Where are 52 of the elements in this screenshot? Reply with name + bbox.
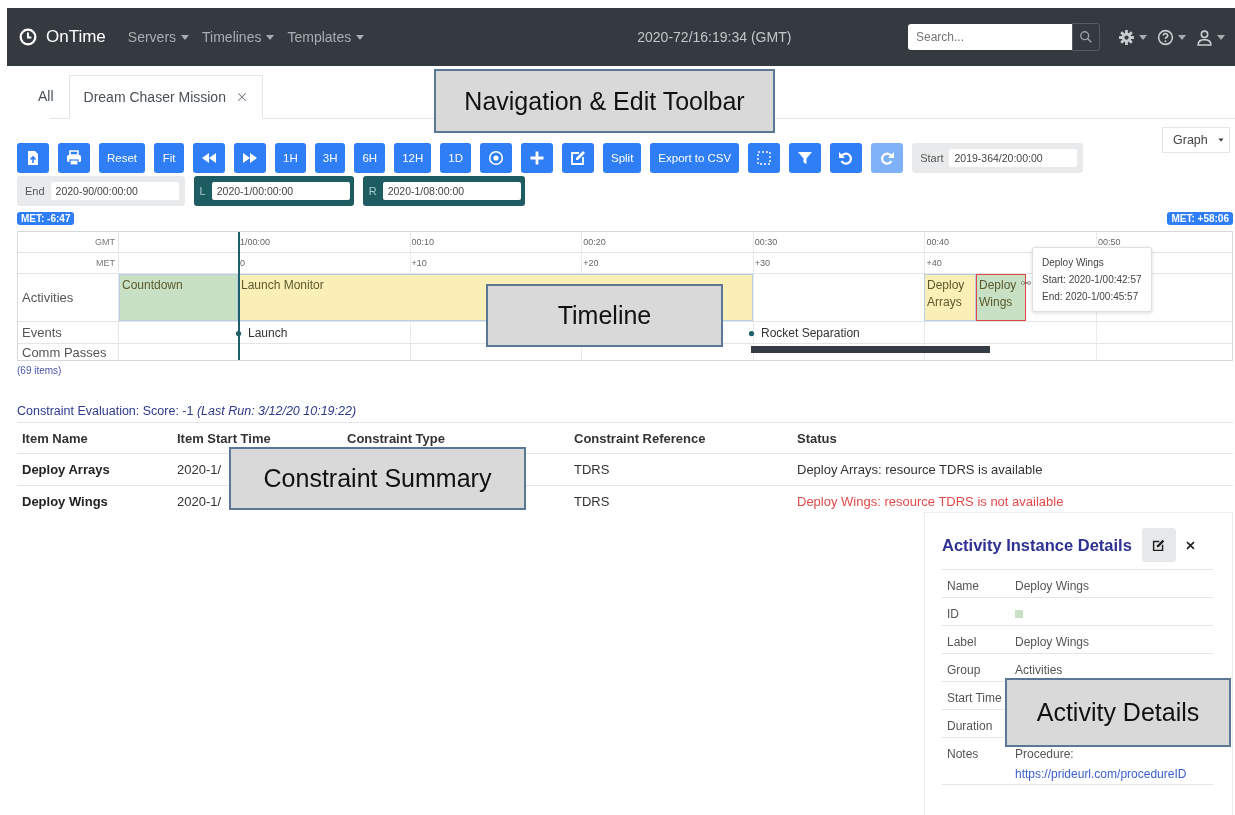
met-badge: MET: -6:47 [17,212,75,225]
field-label: Duration [946,718,994,735]
table-cell-text: 2020-1/ [176,462,223,477]
constraint-summary: Constraint Evaluation: Score: -1 (Last Run: 3/12/20 10:19:22) [16,403,358,418]
callout-tooltip: Activity Details [1005,678,1231,747]
field-label: Label [946,634,978,651]
column-header: Status [796,430,838,446]
field-value: Deploy Wings [1015,635,1090,649]
tick-label: 00:50 [1098,237,1121,247]
field-label: ID [946,606,960,623]
field-value: Activities [1015,663,1063,677]
field-label: Notes [946,746,980,763]
clock-text: 2020-72/16:19:34 (GMT) [637,29,793,45]
field-label: Name [946,578,980,595]
tick-label: +20 [583,258,599,268]
tooltip-text: End: 2020-1/00:45:57 [1042,290,1140,304]
axis-label: GMT [18,232,119,252]
tick-label: +40 [926,258,942,268]
field-label: Start Time [946,690,1003,707]
tick-label: +10 [411,258,427,268]
table-cell-text: Deploy Wings [21,494,109,509]
field-value: Deploy Wings [1015,579,1090,593]
tick-label: 00:20 [583,237,606,247]
met-badge: MET: +58:06 [1167,212,1233,225]
tick-label: 0 [240,258,245,268]
group-label: Events [18,322,119,343]
status-text: Deploy Wings: resource TDRS is not available [796,494,1065,509]
callout-tooltip: Navigation & Edit Toolbar [434,69,775,133]
column-header: Constraint Type [346,430,446,446]
callout-tooltip: Constraint Summary [229,447,526,510]
tick-label: 00:30 [754,237,778,247]
tick-label: 00:10 [411,237,435,247]
table-cell-text: 2020-1/ [176,494,223,509]
table-cell-text: TDRS [573,462,611,477]
column-header: Item Name [21,430,89,446]
table-cell-text: TDRS [573,494,611,509]
group-label: Comm Passes [18,344,119,360]
tick-label: 00:40 [926,237,949,247]
callout-tooltip: Timeline [486,284,723,347]
panel-title: Activity Instance Details [942,535,1132,555]
column-header: Item Start Time [176,430,272,446]
item-count: (69 items) [16,364,63,376]
tick-label: +30 [754,258,771,268]
tooltip-text: Start: 2020-1/00:42:57 [1042,273,1142,287]
tooltip-text: Deploy Wings [1042,256,1105,270]
tick-label: 1/00:00 [240,237,271,247]
column-header: Constraint Reference [573,430,707,446]
field-label: Group [946,662,982,679]
field-value: Procedure: [1015,746,1075,763]
status-text: Deploy Arrays: resource TDRS is available [796,462,1044,477]
axis-label: MET [18,253,119,273]
table-cell-text: Deploy Arrays [21,462,111,477]
